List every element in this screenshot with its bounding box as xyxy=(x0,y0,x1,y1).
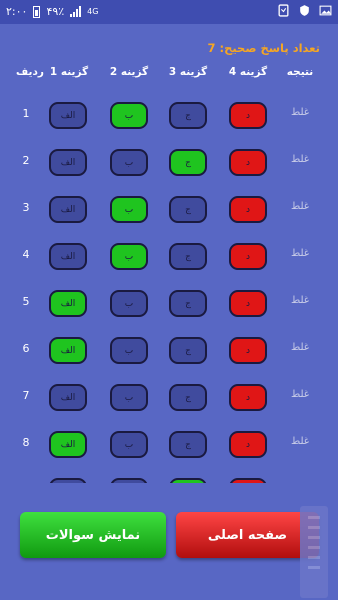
option-3-button[interactable]: ج xyxy=(169,243,207,270)
option-1-button[interactable]: الف xyxy=(49,337,87,364)
option-2-button[interactable]: ب xyxy=(110,196,148,223)
option-4-button[interactable]: د xyxy=(229,478,267,483)
option-1-button[interactable]: الف xyxy=(49,431,87,458)
table-row: 5 الف ب ج د غلط xyxy=(0,288,338,318)
option-2-button[interactable]: ب xyxy=(110,478,148,483)
option-3-button[interactable]: ج xyxy=(169,384,207,411)
row-result: غلط xyxy=(290,154,310,165)
row-number: 5 xyxy=(22,295,30,308)
correct-count: تعداد پاسخ صحیح: 7 xyxy=(207,41,320,55)
row-result: غلط xyxy=(290,342,310,353)
table-row: 7 الف ب ج د غلط xyxy=(0,382,338,412)
table-header: نتیجه گزینه 4 گزینه 3 گزینه 2 گزینه 1 رد… xyxy=(0,66,338,80)
option-3-button[interactable]: ج xyxy=(169,102,207,129)
row-result: غلط xyxy=(290,436,310,447)
option-3-button[interactable]: ج xyxy=(169,149,207,176)
option-1-button[interactable]: الف xyxy=(49,102,87,129)
option-4-button[interactable]: د xyxy=(229,290,267,317)
row-number: 1 xyxy=(22,107,30,120)
option-2-button[interactable]: ب xyxy=(110,337,148,364)
table-row: 1 الف ب ج د غلط xyxy=(0,100,338,130)
table-row: 3 الف ب ج د غلط xyxy=(0,194,338,224)
row-result: غلط xyxy=(290,201,310,212)
row-number: 8 xyxy=(22,436,30,449)
network-type: 4G xyxy=(87,7,99,16)
table-row: 2 الف ب ج د غلط xyxy=(0,147,338,177)
option-4-button[interactable]: د xyxy=(229,102,267,129)
option-4-button[interactable]: د xyxy=(229,337,267,364)
clock: ۲:۰۰ xyxy=(6,5,28,18)
option-2-button[interactable]: ب xyxy=(110,431,148,458)
signal-icon xyxy=(70,6,82,17)
answers-list: 1 الف ب ج د غلط 2 الف ب ج د غلط 3 الف ب ج د غلط 4 الف ب ج د غلط… xyxy=(0,86,338,483)
option-4-button[interactable]: د xyxy=(229,431,267,458)
option-3-button[interactable]: ج xyxy=(169,478,207,483)
option-1-button[interactable]: الف xyxy=(49,384,87,411)
correct-count-value: 7 xyxy=(207,41,216,55)
header-result: نتیجه xyxy=(286,66,314,78)
image-icon xyxy=(319,5,332,16)
option-2-button[interactable]: ب xyxy=(110,290,148,317)
header-option3: گزینه 3 xyxy=(168,66,208,78)
row-number: 3 xyxy=(22,201,30,214)
row-number: 2 xyxy=(22,154,30,167)
row-result: غلط xyxy=(290,107,310,118)
row-number: 6 xyxy=(22,342,30,355)
option-1-button[interactable]: الف xyxy=(49,290,87,317)
row-result: غلط xyxy=(290,295,310,306)
option-2-button[interactable]: ب xyxy=(110,384,148,411)
option-3-button[interactable]: ج xyxy=(169,290,207,317)
option-3-button[interactable]: ج xyxy=(169,337,207,364)
show-questions-button[interactable]: نمایش سوالات xyxy=(20,512,166,558)
option-1-button[interactable]: الف xyxy=(49,149,87,176)
row-number: 7 xyxy=(22,389,30,402)
shield-icon xyxy=(300,5,309,16)
option-4-button[interactable]: د xyxy=(229,149,267,176)
header-row: ردیف xyxy=(16,66,44,78)
option-2-button[interactable]: ب xyxy=(110,149,148,176)
correct-count-label: تعداد پاسخ صحیح: xyxy=(219,41,320,55)
sim-icon xyxy=(278,4,289,17)
option-4-button[interactable]: د xyxy=(229,196,267,223)
row-result: غلط xyxy=(290,248,310,259)
table-row: 8 الف ب ج د غلط xyxy=(0,429,338,459)
option-3-button[interactable]: ج xyxy=(169,431,207,458)
status-bar: ۲:۰۰ ۴۹٪ 4G xyxy=(0,0,338,24)
row-result: غلط xyxy=(290,389,310,400)
option-2-button[interactable]: ب xyxy=(110,243,148,270)
option-4-button[interactable]: د xyxy=(229,384,267,411)
table-row: 6 الف ب ج د غلط xyxy=(0,335,338,365)
option-1-button[interactable]: الف xyxy=(49,478,87,483)
home-button[interactable]: صفحه اصلی xyxy=(176,512,319,558)
table-row: 4 الف ب ج د غلط xyxy=(0,241,338,271)
battery-level: ۴۹٪ xyxy=(46,5,65,18)
header-option4: گزینه 4 xyxy=(228,66,268,78)
header-option2: گزینه 2 xyxy=(109,66,149,78)
option-1-button[interactable]: الف xyxy=(49,243,87,270)
zipper-watermark-icon xyxy=(300,506,328,598)
option-2-button[interactable]: ب xyxy=(110,102,148,129)
option-3-button[interactable]: ج xyxy=(169,196,207,223)
option-1-button[interactable]: الف xyxy=(49,196,87,223)
table-row: الف ب ج د xyxy=(0,476,338,483)
battery-icon xyxy=(33,5,41,18)
option-4-button[interactable]: د xyxy=(229,243,267,270)
row-number: 4 xyxy=(22,248,30,261)
